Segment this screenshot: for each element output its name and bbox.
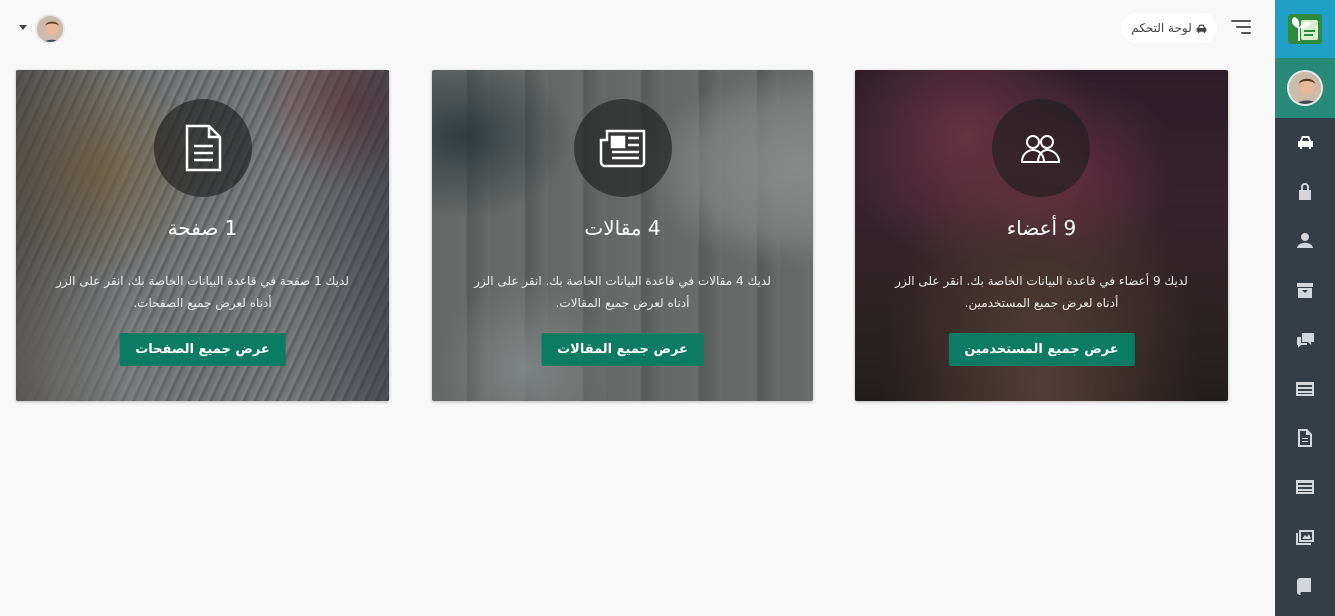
sidebar-item-dashboard[interactable] bbox=[1275, 118, 1335, 166]
card-description: لديك 4 مقالات في قاعدة البيانات الخاصة ب… bbox=[474, 274, 771, 310]
sidebar bbox=[1275, 0, 1335, 616]
view-all-users-button[interactable]: عرض جميع المستخدمين bbox=[948, 333, 1135, 366]
dashboard-icon bbox=[1297, 136, 1313, 149]
hamburger-icon bbox=[1231, 20, 1251, 22]
list-icon bbox=[1296, 480, 1314, 494]
articles-card: 4 مقالات لديك 4 مقالات في قاعدة البيانات… bbox=[432, 70, 813, 401]
users-card: 9 أعضاء لديك 9 أعضاء في قاعدة البيانات ا… bbox=[855, 70, 1228, 401]
avatar bbox=[1287, 70, 1323, 106]
document-icon bbox=[1298, 429, 1312, 447]
sidebar-item-lock[interactable] bbox=[1275, 167, 1335, 215]
chevron-down-icon[interactable] bbox=[19, 25, 27, 30]
card-title: 9 أعضاء bbox=[1006, 216, 1077, 240]
sidebar-item-images[interactable] bbox=[1275, 513, 1335, 561]
breadcrumb-label: لوحة التحكم bbox=[1131, 21, 1192, 35]
card-icon-circle bbox=[573, 99, 672, 197]
sidebar-item-list-2[interactable] bbox=[1275, 463, 1335, 511]
sidebar-item-documents[interactable] bbox=[1275, 414, 1335, 462]
sidebar-item-user[interactable] bbox=[1275, 216, 1335, 264]
user-icon bbox=[1297, 233, 1313, 248]
sidebar-user[interactable] bbox=[1275, 58, 1335, 118]
archive-icon bbox=[1297, 283, 1313, 298]
card-title: 4 مقالات bbox=[584, 216, 661, 240]
card-icon-circle bbox=[153, 99, 252, 197]
book-icon bbox=[1297, 577, 1311, 595]
newspaper-icon bbox=[599, 129, 645, 168]
view-all-pages-button[interactable]: عرض جميع الصفحات bbox=[119, 333, 286, 366]
card-description: لديك 1 صفحة في قاعدة البيانات الخاصة بك.… bbox=[56, 274, 349, 310]
view-all-articles-button[interactable]: عرض جميع المقالات bbox=[541, 333, 704, 366]
dashboard-icon bbox=[1196, 24, 1207, 33]
images-icon bbox=[1296, 529, 1314, 545]
sidebar-item-book[interactable] bbox=[1275, 562, 1335, 610]
users-icon bbox=[1020, 135, 1060, 163]
card-title: 1 صفحة bbox=[167, 216, 238, 240]
sidebar-logo[interactable] bbox=[1275, 0, 1335, 58]
list-icon bbox=[1296, 382, 1314, 396]
breadcrumb[interactable]: لوحة التحكم bbox=[1121, 13, 1217, 43]
pages-card: 1 صفحة لديك 1 صفحة في قاعدة البيانات الخ… bbox=[16, 70, 389, 401]
sprout-logo bbox=[1288, 14, 1322, 44]
card-icon-circle bbox=[991, 99, 1090, 197]
lock-icon bbox=[1299, 183, 1311, 200]
menu-toggle-button[interactable] bbox=[1229, 18, 1251, 36]
card-description: لديك 9 أعضاء في قاعدة البيانات الخاصة بك… bbox=[895, 274, 1188, 310]
sidebar-item-list[interactable] bbox=[1275, 365, 1335, 413]
sidebar-item-archive[interactable] bbox=[1275, 266, 1335, 314]
file-text-icon bbox=[185, 124, 221, 172]
sidebar-item-comments[interactable] bbox=[1275, 316, 1335, 364]
user-menu-avatar[interactable] bbox=[35, 14, 65, 44]
comments-icon bbox=[1296, 333, 1314, 348]
